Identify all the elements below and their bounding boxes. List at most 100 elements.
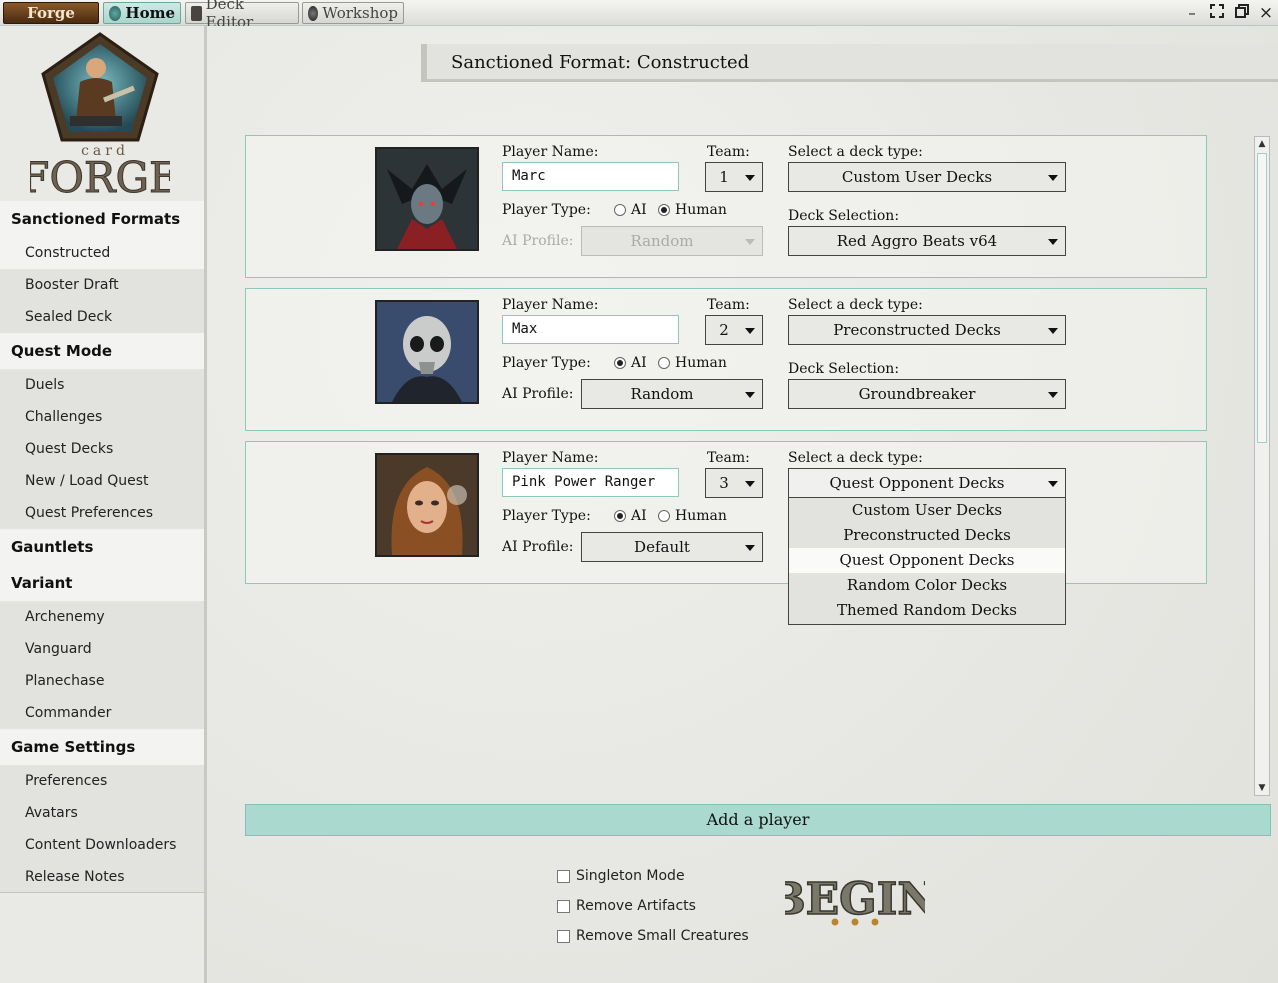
ai-profile-value: Random	[630, 385, 694, 403]
player-type-human-radio[interactable]: Human	[658, 508, 727, 524]
deck-type-label: Select a deck type:	[788, 297, 923, 313]
ai-label: AI	[631, 355, 647, 371]
player-type-ai-radio[interactable]: AI	[614, 508, 647, 524]
team-select[interactable]: 1	[705, 162, 763, 192]
radio-selected-icon	[614, 510, 626, 522]
chevron-down-icon	[1048, 392, 1058, 398]
team-value: 2	[719, 321, 729, 339]
player-name-input[interactable]: Max	[502, 315, 679, 344]
section-sanctioned-formats[interactable]: Sanctioned Formats	[0, 201, 204, 237]
minimize-icon[interactable]: –	[1182, 3, 1202, 23]
tab-home-label: Home	[125, 4, 175, 22]
section-quest-mode[interactable]: Quest Mode	[0, 333, 204, 369]
scrollbar-thumb[interactable]	[1257, 153, 1267, 443]
human-label: Human	[675, 202, 727, 218]
add-player-button[interactable]: Add a player	[245, 804, 1271, 836]
team-select[interactable]: 2	[705, 315, 763, 345]
sidebar-item-content-downloaders[interactable]: Content Downloaders	[0, 829, 204, 861]
avatar[interactable]	[375, 300, 479, 404]
dropdown-option-selected[interactable]: Quest Opponent Decks	[789, 548, 1065, 573]
avatar[interactable]	[375, 453, 479, 557]
chevron-down-icon	[745, 481, 755, 487]
section-gauntlets[interactable]: Gauntlets	[0, 529, 204, 565]
ai-profile-label: AI Profile:	[502, 386, 574, 402]
dropdown-option[interactable]: Custom User Decks	[789, 498, 1065, 523]
chevron-down-icon	[1048, 328, 1058, 334]
deck-type-select[interactable]: Quest Opponent Decks	[788, 468, 1066, 498]
sidebar-item-commander[interactable]: Commander	[0, 697, 204, 729]
scroll-up-icon[interactable]: ▲	[1255, 137, 1269, 151]
dropdown-option[interactable]: Themed Random Decks	[789, 598, 1065, 623]
singleton-mode-label: Singleton Mode	[576, 868, 685, 884]
deck-type-select[interactable]: Custom User Decks	[788, 162, 1066, 192]
vertical-scrollbar[interactable]: ▲ ▼	[1254, 136, 1270, 796]
home-icon	[109, 5, 122, 21]
sidebar-item-new-load-quest[interactable]: New / Load Quest	[0, 465, 204, 497]
checkbox-icon	[557, 929, 570, 943]
player-name-input[interactable]: Pink Power Ranger	[502, 468, 679, 497]
ai-profile-select[interactable]: Random	[581, 379, 763, 409]
deck-type-dropdown-list: Custom User Decks Preconstructed Decks Q…	[788, 497, 1066, 625]
remove-artifacts-checkbox[interactable]: Remove Artifacts	[557, 898, 696, 914]
tab-deck-editor[interactable]: Deck Editor	[185, 0, 299, 31]
player-name-label: Player Name:	[502, 297, 599, 313]
sidebar-item-vanguard[interactable]: Vanguard	[0, 633, 204, 665]
restore-icon[interactable]	[1232, 3, 1252, 23]
dropdown-option[interactable]: Preconstructed Decks	[789, 523, 1065, 548]
sidebar-item-booster-draft[interactable]: Booster Draft	[0, 269, 204, 301]
player-name-label: Player Name:	[502, 144, 599, 160]
sidebar-item-preferences[interactable]: Preferences	[0, 765, 204, 797]
tab-workshop[interactable]: Workshop	[302, 2, 404, 24]
main-content: Sanctioned Format: Constructed Player Na…	[207, 26, 1278, 983]
deck-type-select[interactable]: Preconstructed Decks	[788, 315, 1066, 345]
player-type-human-radio[interactable]: Human	[658, 202, 727, 218]
sidebar-item-release-notes[interactable]: Release Notes	[0, 861, 204, 893]
begin-button[interactable]: BEGIN	[768, 864, 939, 944]
radio-icon	[658, 357, 670, 369]
ai-profile-value: Random	[630, 232, 694, 250]
player-panel-2: Player Name: Max Team: 2 Select a deck t…	[245, 288, 1207, 431]
section-game-settings[interactable]: Game Settings	[0, 729, 204, 765]
player-type-ai-radio[interactable]: AI	[614, 355, 647, 371]
sidebar-item-planechase[interactable]: Planechase	[0, 665, 204, 697]
player-type-ai-radio[interactable]: AI	[614, 202, 647, 218]
deck-selection-select[interactable]: Red Aggro Beats v64	[788, 226, 1066, 256]
singleton-mode-checkbox[interactable]: Singleton Mode	[557, 868, 685, 884]
team-select[interactable]: 3	[705, 468, 763, 498]
sidebar-item-avatars[interactable]: Avatars	[0, 797, 204, 829]
ai-profile-select: Random	[581, 226, 763, 256]
deck-editor-icon	[191, 5, 202, 21]
player-name-input[interactable]: Marc	[502, 162, 679, 191]
forge-menu-button[interactable]: Forge	[3, 2, 99, 24]
player-type-label: Player Type:	[502, 355, 591, 371]
dropdown-option[interactable]: Random Color Decks	[789, 573, 1065, 598]
avatar[interactable]	[375, 147, 479, 251]
divider	[0, 892, 204, 893]
deck-type-label: Select a deck type:	[788, 144, 923, 160]
player-type-human-radio[interactable]: Human	[658, 355, 727, 371]
radio-icon	[614, 204, 626, 216]
sidebar-item-challenges[interactable]: Challenges	[0, 401, 204, 433]
deck-selection-value: Groundbreaker	[858, 385, 976, 403]
chevron-down-icon	[745, 328, 755, 334]
sidebar: card FORGE Sanctioned Formats Constructe…	[0, 26, 207, 983]
sidebar-item-constructed[interactable]: Constructed	[0, 237, 204, 269]
ai-profile-select[interactable]: Default	[581, 532, 763, 562]
deck-selection-label: Deck Selection:	[788, 208, 900, 224]
ai-label: AI	[631, 508, 647, 524]
sidebar-item-duels[interactable]: Duels	[0, 369, 204, 401]
sidebar-item-archenemy[interactable]: Archenemy	[0, 601, 204, 633]
scroll-down-icon[interactable]: ▼	[1255, 781, 1269, 795]
deck-selection-select[interactable]: Groundbreaker	[788, 379, 1066, 409]
sidebar-item-quest-decks[interactable]: Quest Decks	[0, 433, 204, 465]
fullscreen-icon[interactable]	[1207, 3, 1227, 23]
close-icon[interactable]: ×	[1256, 3, 1276, 23]
sidebar-item-sealed-deck[interactable]: Sealed Deck	[0, 301, 204, 333]
title-bar: Forge Home Deck Editor Workshop – ×	[0, 0, 1278, 31]
remove-small-creatures-checkbox[interactable]: Remove Small Creatures	[557, 928, 749, 944]
section-variant[interactable]: Variant	[0, 565, 204, 601]
team-value: 3	[719, 474, 729, 492]
tab-home[interactable]: Home	[103, 2, 181, 24]
remove-small-creatures-label: Remove Small Creatures	[576, 928, 749, 944]
sidebar-item-quest-preferences[interactable]: Quest Preferences	[0, 497, 204, 529]
